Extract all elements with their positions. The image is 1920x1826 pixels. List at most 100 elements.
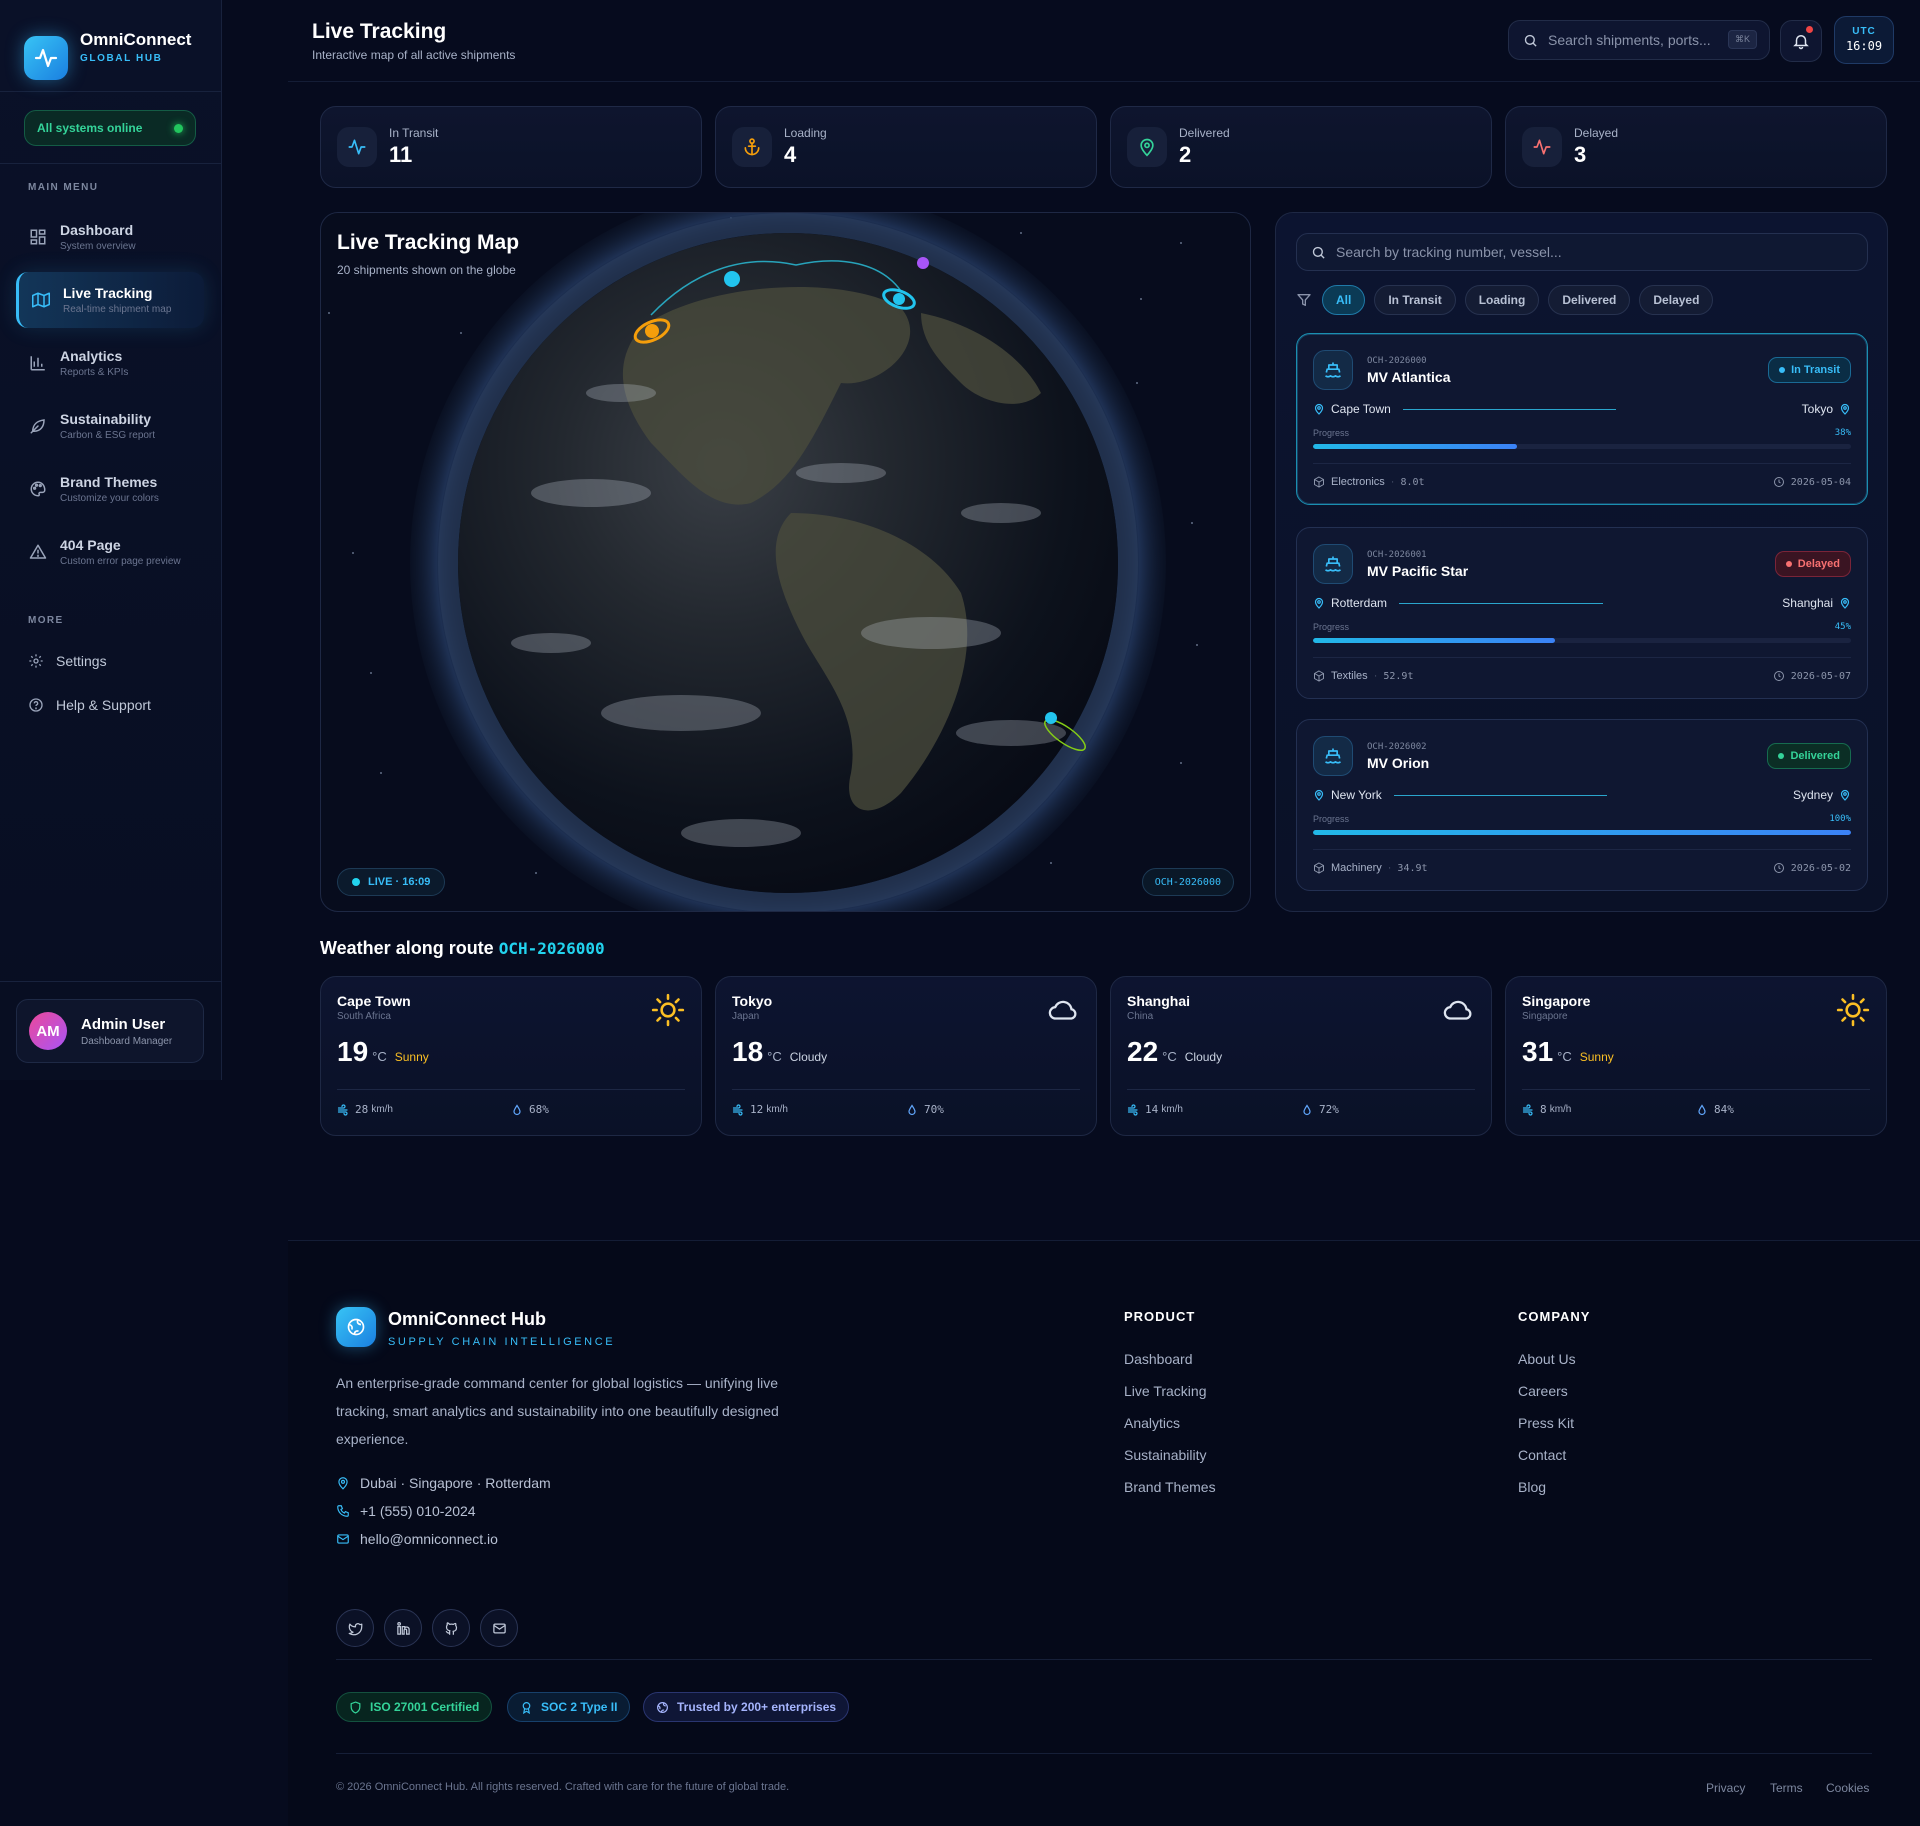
shipment-marker-other[interactable] <box>917 257 929 269</box>
email-button[interactable] <box>480 1609 518 1647</box>
user-card[interactable]: AM Admin User Dashboard Manager <box>16 999 204 1063</box>
wind-unit: km/h <box>371 1104 393 1115</box>
footer-link-terms[interactable]: Terms <box>1770 1781 1803 1795</box>
stat-delivered[interactable]: Delivered 2 <box>1110 106 1492 188</box>
footer-phone[interactable]: +1 (555) 010-2024 <box>336 1503 476 1519</box>
linkedin-button[interactable] <box>384 1609 422 1647</box>
wind-speed: 12 <box>750 1103 764 1116</box>
destination-pin-icon <box>1840 403 1850 415</box>
divider <box>0 163 222 164</box>
sidebar-item-dashboard[interactable]: Dashboard System overview <box>16 209 204 265</box>
shipment-marker-transit[interactable] <box>724 271 740 287</box>
weather-temp: 22 <box>1127 1036 1159 1067</box>
filter-all[interactable]: All <box>1322 285 1366 315</box>
footer-link-live-tracking[interactable]: Live Tracking <box>1124 1383 1206 1399</box>
selected-tracking-badge[interactable]: OCH-2026000 <box>1141 868 1234 896</box>
weather-country: China <box>1127 1011 1154 1022</box>
shipment-card[interactable]: OCH-2026000 MV Atlantica In Transit Cape … <box>1296 333 1868 505</box>
grid-icon <box>28 227 48 247</box>
mail-icon <box>337 1534 349 1544</box>
progress-percent: 100% <box>1829 814 1851 824</box>
droplet-icon <box>908 1103 916 1115</box>
cargo-weight: 52.9t <box>1383 670 1414 682</box>
footer-link-cookies[interactable]: Cookies <box>1826 1781 1869 1795</box>
cert-label: SOC 2 Type II <box>541 1700 618 1714</box>
weather-condition: Cloudy <box>1184 1050 1223 1064</box>
footer-link-careers[interactable]: Careers <box>1518 1383 1568 1399</box>
github-button[interactable] <box>432 1609 470 1647</box>
sidebar-item-analytics[interactable]: Analytics Reports & KPIs <box>16 335 204 391</box>
route-line <box>1402 408 1790 410</box>
footer-link-press-kit[interactable]: Press Kit <box>1518 1415 1574 1431</box>
ship-icon <box>1313 736 1353 776</box>
sidebar-item-settings[interactable]: Settings <box>28 651 107 671</box>
destination-pin-icon <box>1840 789 1850 801</box>
sidebar-item-label: Brand Themes <box>60 474 158 490</box>
sidebar: OmniConnect GLOBAL HUB All systems onlin… <box>0 0 222 1080</box>
tracking-map[interactable]: Live Tracking Map 20 shipments shown on … <box>320 212 1251 912</box>
twitter-button[interactable] <box>336 1609 374 1647</box>
globe-logo-icon <box>336 1307 376 1347</box>
wind-speed: 14 <box>1145 1103 1159 1116</box>
package-icon <box>1314 670 1324 682</box>
footer-link-contact[interactable]: Contact <box>1518 1447 1566 1463</box>
user-name: Admin User <box>81 1015 166 1033</box>
wind-unit: km/h <box>1161 1104 1183 1115</box>
sidebar-item-brand-themes[interactable]: Brand Themes Customize your colors <box>16 461 204 517</box>
stat-loading[interactable]: Loading 4 <box>715 106 1097 188</box>
filter-loading[interactable]: Loading <box>1464 285 1540 315</box>
notifications-button[interactable] <box>1780 20 1822 62</box>
email-text: hello@omniconnect.io <box>360 1531 498 1547</box>
live-indicator: LIVE · 16:09 <box>337 868 446 896</box>
stat-in-transit[interactable]: In Transit 11 <box>320 106 702 188</box>
sidebar-item-label: Live Tracking <box>63 285 153 301</box>
route-line <box>1393 794 1781 796</box>
temp-unit: °C <box>767 1049 782 1064</box>
tracking-search-input[interactable]: Search by tracking number, vessel... <box>1296 233 1868 271</box>
sidebar-item-live-tracking[interactable]: Live Tracking Real-time shipment map <box>16 272 204 328</box>
sidebar-item-404-page[interactable]: 404 Page Custom error page preview <box>16 524 204 580</box>
search-input[interactable]: Search shipments, ports... ⌘K <box>1508 20 1770 60</box>
origin-pin-icon <box>1314 597 1324 609</box>
status-label: Delivered <box>1790 750 1840 762</box>
shipment-card[interactable]: OCH-2026002 MV Orion Delivered New York S… <box>1296 719 1868 891</box>
footer-link-privacy[interactable]: Privacy <box>1706 1781 1745 1795</box>
footer: OmniConnect Hub SUPPLY CHAIN INTELLIGENC… <box>288 1240 1920 1826</box>
live-label: LIVE · 16:09 <box>368 876 431 888</box>
filter-delivered[interactable]: Delivered <box>1548 285 1631 315</box>
sidebar-item-label: Settings <box>56 653 107 669</box>
pin-icon <box>1127 127 1167 167</box>
status-filters: All In Transit Loading Delivered Delayed <box>1296 285 1722 315</box>
footer-link-brand-themes[interactable]: Brand Themes <box>1124 1479 1216 1495</box>
footer-link-analytics[interactable]: Analytics <box>1124 1415 1180 1431</box>
package-icon <box>1314 862 1324 874</box>
avatar: AM <box>29 1012 67 1050</box>
filter-icon[interactable] <box>1296 292 1312 308</box>
brand[interactable]: OmniConnect GLOBAL HUB <box>0 0 221 92</box>
filter-delayed[interactable]: Delayed <box>1639 285 1714 315</box>
progress-bar <box>1313 444 1851 449</box>
sidebar-item-sustainability[interactable]: Sustainability Carbon & ESG report <box>16 398 204 454</box>
filter-in-transit[interactable]: In Transit <box>1374 285 1456 315</box>
utc-time: 16:09 <box>1845 39 1883 53</box>
user-role: Dashboard Manager <box>81 1035 173 1047</box>
weather-city: Singapore <box>1522 993 1591 1009</box>
shipment-card[interactable]: OCH-2026001 MV Pacific Star Delayed Rotte… <box>1296 527 1868 699</box>
footer-link-blog[interactable]: Blog <box>1518 1479 1546 1495</box>
route-origin: Rotterdam <box>1331 596 1388 610</box>
company-heading: COMPANY <box>1518 1309 1591 1324</box>
palette-icon <box>28 479 48 499</box>
sidebar-item-help[interactable]: Help & Support <box>28 695 151 715</box>
footer-link-about[interactable]: About Us <box>1518 1351 1576 1367</box>
footer-email[interactable]: hello@omniconnect.io <box>336 1531 498 1547</box>
weather-card: Cape Town South Africa 19 °C Sunny 28 km/h… <box>320 976 702 1136</box>
footer-link-sustainability[interactable]: Sustainability <box>1124 1447 1207 1463</box>
stat-label: Delivered <box>1179 126 1230 140</box>
stat-delayed[interactable]: Delayed 3 <box>1505 106 1887 188</box>
wind-icon <box>732 1103 743 1116</box>
leaf-icon <box>28 416 48 436</box>
globe[interactable] <box>321 213 1251 912</box>
notification-dot <box>1806 26 1813 33</box>
shortcut-hint: ⌘K <box>1727 30 1757 49</box>
footer-link-dashboard[interactable]: Dashboard <box>1124 1351 1193 1367</box>
